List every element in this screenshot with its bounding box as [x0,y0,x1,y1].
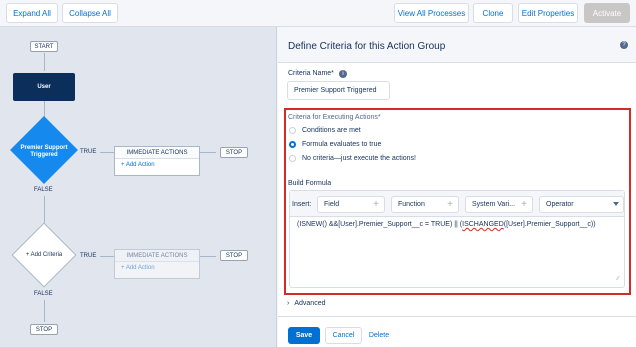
plus-icon: + [373,199,379,210]
save-button[interactable]: Save [288,327,320,344]
insert-system-label: System Vari... [472,201,516,208]
add-action-link[interactable]: + Add Action [115,159,199,171]
criteria-name-label: Criteria Name* [288,70,334,77]
radio-button[interactable] [289,127,296,134]
connector [100,256,114,257]
radio-label: Formula evaluates to true [302,141,382,148]
insert-system-variable-button[interactable]: System Vari... + [465,196,533,213]
true-label: TRUE [80,149,97,155]
clone-button[interactable]: Clone [473,3,513,23]
expand-all-button[interactable]: Expand All [6,3,58,23]
edit-properties-button[interactable]: Edit Properties [518,3,578,23]
true-label: TRUE [80,253,97,259]
connector [100,152,114,153]
connector [44,196,45,226]
formula-text[interactable]: (ISNEW() &&[User].Premier_Support__c = T… [297,221,596,228]
start-node: START [30,41,58,52]
immediate-actions-header: IMMEDIATE ACTIONS [115,250,199,262]
view-all-processes-button[interactable]: View All Processes [394,3,469,23]
criteria-name-input[interactable]: Premier Support Triggered [287,81,390,100]
connector [44,53,45,71]
toolbar: Expand All Collapse All View All Process… [0,0,636,27]
help-icon[interactable]: ? [620,41,628,49]
plus-icon: + [447,199,453,210]
radio-button-selected[interactable] [289,141,296,148]
connector [44,300,45,322]
false-label: FALSE [34,187,53,193]
chevron-down-icon [613,202,619,206]
activate-button[interactable]: Activate [584,3,630,23]
formula-segment-flagged: ISCHANGED [462,221,504,228]
advanced-toggle[interactable]: › Advanced [287,300,325,307]
resize-handle-icon[interactable]: ∕∕ [617,276,619,282]
chevron-right-icon: › [287,300,290,307]
add-criteria-label[interactable]: + Add Criteria [14,252,74,258]
build-formula-label: Build Formula [288,180,332,187]
stop-node: STOP [30,324,58,335]
immediate-actions-box: IMMEDIATE ACTIONS + Add Action [114,249,200,279]
insert-operator-label: Operator [546,201,574,208]
radio-formula-true[interactable]: Formula evaluates to true [289,141,381,148]
insert-function-label: Function [398,201,425,208]
false-label: FALSE [34,291,53,297]
radio-no-criteria[interactable]: No criteria—just execute the actions! [289,155,416,162]
add-action-link[interactable]: + Add Action [115,262,199,274]
stop-node: STOP [220,147,248,158]
criteria-exec-label: Criteria for Executing Actions* [288,114,381,121]
panel-header: Define Criteria for this Action Group ? [278,27,636,63]
insert-field-label: Field [324,201,340,208]
panel-title: Define Criteria for this Action Group [288,41,446,52]
criteria-node-label: Premier Support Triggered [20,145,68,158]
advanced-label: Advanced [294,300,326,307]
formula-segment: (ISNEW() &&[User].Premier_Support__c = T… [297,221,463,228]
radio-label: No criteria—just execute the actions! [302,155,416,162]
formula-segment: ([User].Premier_Support__c)) [503,221,596,228]
plus-icon: + [521,199,527,210]
connector [200,152,216,153]
delete-button[interactable]: Delete [365,327,393,344]
insert-label: Insert: [292,201,312,208]
insert-field-button[interactable]: Field + [317,196,385,213]
info-icon[interactable]: i [339,70,347,78]
collapse-all-button[interactable]: Collapse All [62,3,118,23]
cancel-button[interactable]: Cancel [325,327,362,344]
stop-node: STOP [220,250,248,261]
radio-conditions-met[interactable]: Conditions are met [289,127,361,134]
radio-button[interactable] [289,155,296,162]
object-node-user[interactable]: User [13,73,75,101]
immediate-actions-header: IMMEDIATE ACTIONS [115,147,199,159]
immediate-actions-box: IMMEDIATE ACTIONS + Add Action [114,146,200,176]
radio-label: Conditions are met [302,127,361,134]
insert-operator-select[interactable]: Operator [539,196,624,213]
connector [200,256,216,257]
insert-function-button[interactable]: Function + [391,196,459,213]
